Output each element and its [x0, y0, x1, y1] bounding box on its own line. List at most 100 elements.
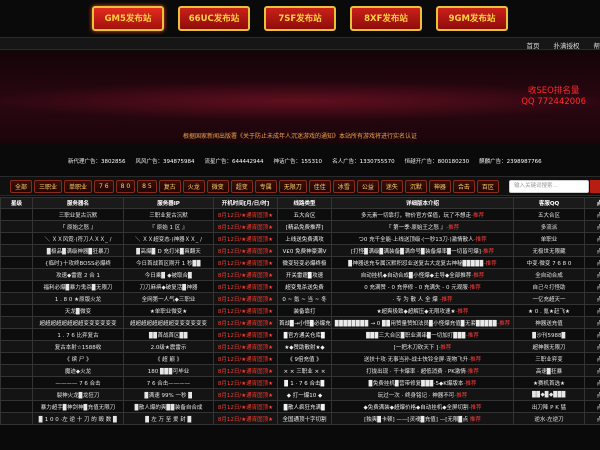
- cell-visit[interactable]: 点: [584, 256, 600, 269]
- cell-version-intro[interactable]: つ0 充千全能·上线送顶级·(一秒13刀·)激情散人-推荐: [331, 232, 514, 245]
- ad-item[interactable]: 流星广告：644442944: [205, 157, 264, 165]
- table-row[interactable]: 魔迹◆火龙 180 ▉▉▉可毕业 8月12日/★通宵固顶★ × × 三职业 × × 打拢…: [0, 364, 600, 377]
- ad-item[interactable]: 名人广告：1330755570: [332, 157, 395, 165]
- cell-visit[interactable]: 点: [584, 388, 600, 401]
- table-row[interactable]: {临时}十攻终BOSS必爆终 今日首战首区刚开 1 秒▉▉ 8月12日/★通宵固顶★…: [0, 256, 600, 269]
- menu-home[interactable]: 首页: [527, 40, 540, 50]
- tab-gm5[interactable]: GM5发布站: [92, 5, 164, 31]
- table-row[interactable]: 复古本射☆1588收 2.0级★震雷示 8月12日/★通宵固顶★ ★◆赞助散射★◆ [一…: [0, 340, 600, 353]
- table-row[interactable]: 天龙▉微变 ★单职业微变★ 8月12日/★通宵固顶★ 装备靠打 ★超爽极致◆超解压◆无限…: [0, 304, 600, 317]
- table-row[interactable]: ＼ ＸＸ风霓·(符刀人ＸＸ_ / ＼ ＸＸ超变态·(神器ＸＸ_ /8月12日/★通…: [0, 232, 600, 245]
- search-button[interactable]: [590, 180, 600, 193]
- cell-visit[interactable]: 点: [584, 364, 600, 377]
- menu-authorize[interactable]: 扑满授权: [554, 40, 580, 50]
- category-silence[interactable]: 沉默: [404, 180, 427, 193]
- search-input[interactable]: 输入关键词搜索...: [509, 180, 589, 193]
- cell-server-name[interactable]: 裂神火龙▉龙狂刀: [32, 388, 124, 401]
- cell-version-intro[interactable]: 『 第一季·原始王之怒 』-推荐: [331, 220, 514, 233]
- table-row[interactable]: 裂神火龙▉龙狂刀 ▉满速 99% 一秒 ▉ 8月12日/★通宵固顶★ ◆ 打一爆10 …: [0, 388, 600, 401]
- cell-visit[interactable]: 点: [584, 400, 600, 413]
- cell-server-name[interactable]: {临时}十攻终BOSS必爆终: [32, 256, 124, 269]
- cell-visit[interactable]: 点: [584, 232, 600, 245]
- table-row[interactable]: 1 . 8 0 ★原版火龙 全网第一人气◆三职业 8月12日/★通宵固顶★ 0 ~ 氪…: [0, 292, 600, 305]
- table-row[interactable]: 超超超超超超超超变变变变变变 超超超超超超超超变变变变变变 8月12日/★通宵固顶★…: [0, 316, 600, 329]
- cell-version-intro[interactable]: 自动挂机◆自动合成▉小怪爆◆主导◆全部推荐-推荐: [331, 268, 514, 281]
- table-row[interactable]: 攻速◆雷霆 2 合 1 今日乘▉ ◆被取合▉ 8月12日/★通宵固顶★ 开关雷霆▉攻速…: [0, 268, 600, 281]
- tab-9gm[interactable]: 9GM发布站: [436, 5, 508, 31]
- ad-item[interactable]: 麒麟广告：2398987766: [479, 157, 542, 165]
- cell-version-intro[interactable]: ▉免费挂机▉营带修复▉▉▉·5◆K爆版本-推荐: [331, 376, 514, 389]
- tab-66uc[interactable]: 66UC发布站: [178, 5, 250, 31]
- category-exclusive[interactable]: 专属: [254, 180, 277, 193]
- category-80[interactable]: 8 0: [115, 180, 136, 193]
- cell-visit[interactable]: 点: [584, 412, 600, 425]
- category-76[interactable]: 7 6: [94, 180, 114, 193]
- cell-server-name[interactable]: 魔迹◆火龙: [32, 364, 124, 377]
- table-row[interactable]: ———— 7 6 合击 7 6 合击———— 8月12日/★通宵固顶★ ▉ 1 · 7…: [0, 376, 600, 389]
- cell-visit[interactable]: 点: [584, 220, 600, 233]
- cell-server-name[interactable]: 1 . 7 6 比弈复古: [32, 328, 124, 341]
- category-85[interactable]: 8 5: [137, 180, 157, 193]
- cell-server-name[interactable]: 超超超超超超超超变变变变变变: [32, 316, 124, 329]
- cell-server-name[interactable]: 《 缤 尸 》: [32, 352, 124, 365]
- category-super-variant[interactable]: 超变: [230, 180, 253, 193]
- cell-version-intro[interactable]: 多元素一切靠打，物价官方保值，玩了不想走-推荐: [331, 208, 514, 221]
- cell-version-intro[interactable]: ▉神器送充专属沉默积怼业送复古大龙复古神秘▉▉▉▉▉-推荐: [331, 256, 514, 269]
- cell-server-name[interactable]: 三职业复古沉默: [32, 208, 124, 221]
- table-row[interactable]: 福利必爆▉暴力鬼杀▉无限刀 刀刀麻痹◆破复活▉神器 8月12日/★通宵固顶★ 超变鬼杀…: [0, 280, 600, 293]
- category-lost[interactable]: 迷失: [380, 180, 403, 193]
- category-three-class[interactable]: 三职业: [34, 180, 63, 193]
- cell-version-intro[interactable]: 0 充满赞 - 0 充停修 - 0 充满失 - 0 元观服-推荐: [331, 280, 514, 293]
- menu-help[interactable]: 帮: [594, 40, 600, 50]
- cell-visit[interactable]: 点: [584, 268, 600, 281]
- ad-item[interactable]: 新代理广告：3802856: [68, 157, 126, 165]
- cell-version-intro[interactable]: ★超爽极致◆超解压◆无限攻速★-推荐: [331, 304, 514, 317]
- cell-visit[interactable]: 点: [584, 208, 600, 221]
- cell-visit[interactable]: 点: [584, 316, 600, 329]
- category-single-class[interactable]: 单职业: [64, 180, 93, 193]
- cell-visit[interactable]: 点: [584, 304, 600, 317]
- category-infinite-blade[interactable]: 无限刀: [278, 180, 307, 193]
- category-all[interactable]: 全部: [10, 180, 33, 193]
- cell-server-name[interactable]: 1 . 8 0 ★原版火龙: [32, 292, 124, 305]
- cell-server-name[interactable]: 暴力超手▉神剑神▉充值无限刀: [32, 400, 124, 413]
- table-row[interactable]: ▉极品▉满级神器▉狂暴刀 ▉高爆▉ D 充打米▉爽翻天 8月12日/★通宵固顶★ V£…: [0, 244, 600, 257]
- cell-visit[interactable]: 点: [584, 352, 600, 365]
- table-row[interactable]: 暴力超手▉神剑神▉充值无限刀 ▉散人爆的爽▉▉装备自合成 8月12日/★通宵固顶★ ▉…: [0, 400, 600, 413]
- cell-visit[interactable]: 点: [584, 376, 600, 389]
- cell-server-name[interactable]: ▉极品▉满级神器▉狂暴刀: [32, 244, 124, 257]
- category-ice-snow[interactable]: 冰雪: [332, 180, 355, 193]
- cell-version-intro[interactable]: · 专 为 散 人 全 爆 -推荐: [331, 292, 514, 305]
- cell-version-intro[interactable]: 玩过一次 · 终身铭记 · 神器不可-推荐: [331, 388, 514, 401]
- category-charity[interactable]: 公益: [356, 180, 379, 193]
- ad-item[interactable]: 风风广告：394875984: [136, 157, 195, 165]
- cell-version-intro[interactable]: [独爽▉卡顿] ——[灵魂▉充值] —[无限▉点 推荐: [331, 412, 514, 425]
- table-row[interactable]: 1 . 7 6 比弈复古 ▉▉首战首区▉▉ 8月12日/★通宵固顶★ ▉官方通关仓库▉…: [0, 328, 600, 341]
- cell-version-intro[interactable]: ▉▉▉▉▉▉▉▉ → 0 ▉▉用赞量赞知法员▉小怪爆充值▉无套▉▉▉▉▉-推荐: [331, 316, 514, 329]
- seo-advert[interactable]: 收SEO排名量 QQ 772442006: [521, 86, 586, 108]
- tab-7sf[interactable]: 7SF发布站: [264, 5, 336, 31]
- cell-visit[interactable]: 点: [584, 292, 600, 305]
- table-row[interactable]: 三职业复古沉默 三职业复古沉默 8月12日/★通宵固顶★ 五大合区 多元素一切靠打，物价…: [0, 208, 600, 221]
- cell-version-intro[interactable]: ▉▉▉三大合区▉职业满串▉一切加打▉▉▉-推荐: [331, 328, 514, 341]
- cell-server-name[interactable]: 『 原始之怒 』: [32, 220, 124, 233]
- category-micro-variant[interactable]: 微变: [206, 180, 229, 193]
- cell-visit[interactable]: 点: [584, 244, 600, 257]
- cell-visit[interactable]: 点: [584, 340, 600, 353]
- category-jiajia[interactable]: 佳佳: [308, 180, 331, 193]
- cell-visit[interactable]: 点: [584, 280, 600, 293]
- cell-version-intro[interactable]: [打怪▉满级▉满装备▉满命号▉装备爆率▉一切皆可爆]-推荐: [331, 244, 514, 257]
- cell-server-name[interactable]: 攻速◆雷霆 2 合 1: [32, 268, 124, 281]
- cell-server-name[interactable]: ▉ 1 0 0 ·左 逆 十 刀 的 毁 数 ▉: [32, 412, 124, 425]
- cell-version-intro[interactable]: 打拢出现 · 干卡爆率 · 超低消费 · PK激情-推荐: [331, 364, 514, 377]
- cell-server-name[interactable]: 复古本射☆1588收: [32, 340, 124, 353]
- cell-server-name[interactable]: 福利必爆▉暴力鬼杀▉无限刀: [32, 280, 124, 293]
- tab-8xf[interactable]: 8XF发布站: [350, 5, 422, 31]
- table-row[interactable]: 《 缤 尸 》《 超 巅 》 8月12日/★通宵固顶★ 《 9倍充值 》送扶十攻·无…: [0, 352, 600, 365]
- table-row[interactable]: 『 原始之怒 』『 原始 1 区 』 8月12日/★通宵固顶★ [精品免费推荐] 『 …: [0, 220, 600, 233]
- cell-visit[interactable]: 点: [584, 328, 600, 341]
- cell-version-intro[interactable]: [一把木刀砍天下 ]-推荐: [331, 340, 514, 353]
- ad-item[interactable]: 神话广告：155310: [274, 157, 323, 165]
- cell-version-intro[interactable]: 送扶十攻·无事当孙·战士快铃全屏·宠物飞升-推荐: [331, 352, 514, 365]
- ad-item[interactable]: 恒越开广告：800180230: [405, 157, 470, 165]
